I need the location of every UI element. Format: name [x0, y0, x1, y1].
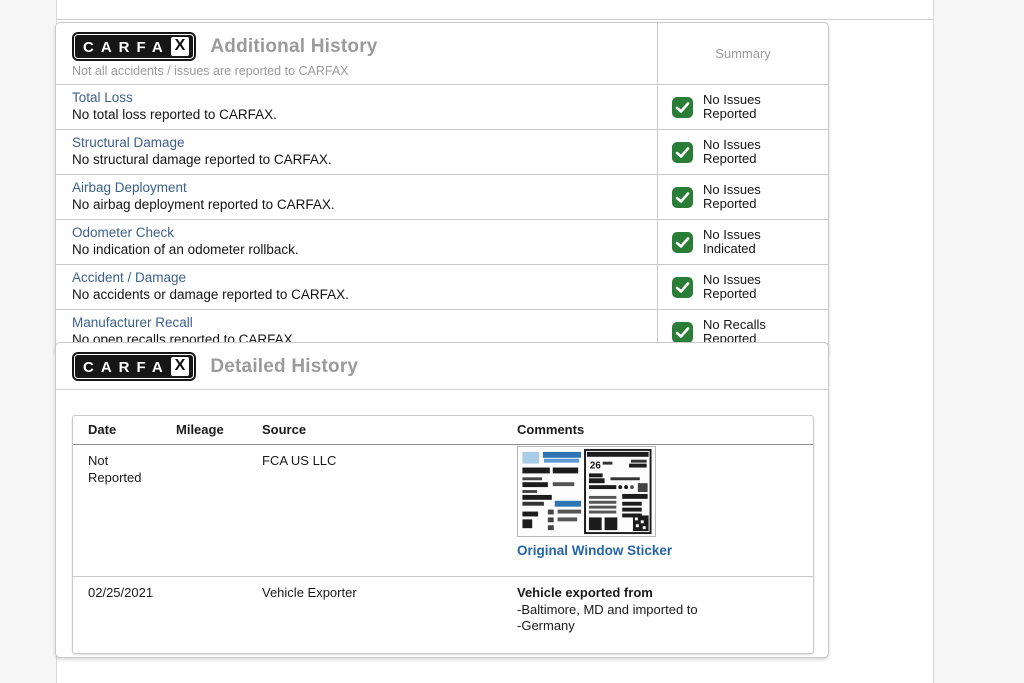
- status-badge: No Issues Reported: [657, 129, 828, 174]
- column-header-mileage: Mileage: [161, 416, 247, 444]
- column-header-date: Date: [73, 416, 161, 444]
- status-text: No Issues Reported: [703, 273, 761, 302]
- section-title-additional-history: Additional History: [210, 36, 377, 58]
- column-header-comments: Comments: [502, 416, 813, 444]
- history-row-title: Odometer Check: [72, 225, 641, 240]
- status-line2: Reported: [703, 152, 761, 166]
- history-row-description: No accidents or damage reported to CARFA…: [72, 287, 641, 302]
- carfax-logo-x: X: [171, 37, 190, 56]
- history-row-description: No airbag deployment reported to CARFAX.: [72, 197, 641, 212]
- history-row-structural-damage: Structural Damage No structural damage r…: [56, 129, 657, 174]
- status-line1: No Issues: [703, 273, 761, 287]
- cell-source: FCA US LLC: [247, 445, 502, 576]
- history-row-description: No indication of an odometer rollback.: [72, 242, 641, 257]
- green-check-icon: [672, 277, 693, 298]
- history-row-airbag-deployment: Airbag Deployment No airbag deployment r…: [56, 174, 657, 219]
- comment-title: Vehicle exported from: [517, 585, 809, 601]
- top-divider: [57, 19, 933, 20]
- cell-source: Vehicle Exporter: [247, 577, 502, 654]
- table-header-row: Date Mileage Source Comments: [73, 416, 813, 445]
- detailed-history-section: CARFA X Detailed History Date Mileage So…: [55, 342, 829, 658]
- status-line1: No Issues: [703, 228, 761, 242]
- history-row-title: Manufacturer Recall: [72, 315, 641, 330]
- green-check-icon: [672, 142, 693, 163]
- cell-comments: 26: [502, 445, 813, 576]
- status-line2: Reported: [703, 287, 761, 301]
- carfax-logo-letters: CARFA: [83, 39, 170, 55]
- green-check-icon: [672, 322, 693, 343]
- status-text: No Issues Reported: [703, 138, 761, 167]
- cell-mileage: [161, 577, 247, 654]
- comment-line: -Germany: [517, 618, 809, 634]
- status-line1: No Issues: [703, 138, 761, 152]
- cell-date: 02/25/2021: [73, 577, 161, 654]
- status-text: No Issues Reported: [703, 93, 761, 122]
- history-row-description: No structural damage reported to CARFAX.: [72, 152, 641, 167]
- history-row-title: Accident / Damage: [72, 270, 641, 285]
- history-row-title: Total Loss: [72, 90, 641, 105]
- carfax-logo: CARFA X: [72, 32, 196, 61]
- summary-column-header: Summary: [657, 23, 828, 84]
- status-badge: No Issues Reported: [657, 84, 828, 129]
- status-line2: Indicated: [703, 242, 761, 256]
- status-badge: No Issues Indicated: [657, 219, 828, 264]
- detailed-history-table: Date Mileage Source Comments Not Reporte…: [72, 415, 814, 654]
- history-row-title: Airbag Deployment: [72, 180, 641, 195]
- additional-history-subtitle: Not all accidents / issues are reported …: [72, 64, 641, 78]
- status-line2: Reported: [703, 107, 761, 121]
- detailed-history-header: CARFA X Detailed History: [56, 343, 828, 390]
- status-text: No Issues Indicated: [703, 228, 761, 257]
- original-window-sticker-link[interactable]: Original Window Sticker: [517, 543, 809, 560]
- status-line1: No Issues: [703, 93, 761, 107]
- cell-comments: Vehicle exported from -Baltimore, MD and…: [502, 577, 813, 654]
- table-row: 02/25/2021 Vehicle Exporter Vehicle expo…: [73, 576, 813, 654]
- status-badge: No Issues Reported: [657, 174, 828, 219]
- table-row: Not Reported FCA US LLC: [73, 445, 813, 576]
- carfax-logo-letters: CARFA: [83, 359, 170, 375]
- svg-text:26: 26: [590, 461, 601, 472]
- comment-line: -Baltimore, MD and imported to: [517, 602, 809, 618]
- section-title-detailed-history: Detailed History: [210, 356, 358, 378]
- history-row-total-loss: Total Loss No total loss reported to CAR…: [56, 84, 657, 129]
- status-text: No Issues Reported: [703, 183, 761, 212]
- green-check-icon: [672, 232, 693, 253]
- status-line1: No Recalls: [703, 318, 766, 332]
- window-sticker-thumbnail[interactable]: 26: [517, 446, 656, 537]
- cell-mileage: [161, 445, 247, 576]
- status-line1: No Issues: [703, 183, 761, 197]
- green-check-icon: [672, 97, 693, 118]
- history-row-accident-damage: Accident / Damage No accidents or damage…: [56, 264, 657, 309]
- cell-date: Not Reported: [73, 445, 161, 576]
- additional-history-header: CARFA X Additional History Not all accid…: [56, 23, 657, 84]
- carfax-logo-x: X: [171, 357, 190, 376]
- green-check-icon: [672, 187, 693, 208]
- column-header-source: Source: [247, 416, 502, 444]
- status-line2: Reported: [703, 197, 761, 211]
- history-row-odometer-check: Odometer Check No indication of an odome…: [56, 219, 657, 264]
- carfax-logo: CARFA X: [72, 352, 196, 381]
- history-row-title: Structural Damage: [72, 135, 641, 150]
- status-badge: No Issues Reported: [657, 264, 828, 309]
- history-row-description: No total loss reported to CARFAX.: [72, 107, 641, 122]
- additional-history-section: CARFA X Additional History Not all accid…: [55, 22, 829, 355]
